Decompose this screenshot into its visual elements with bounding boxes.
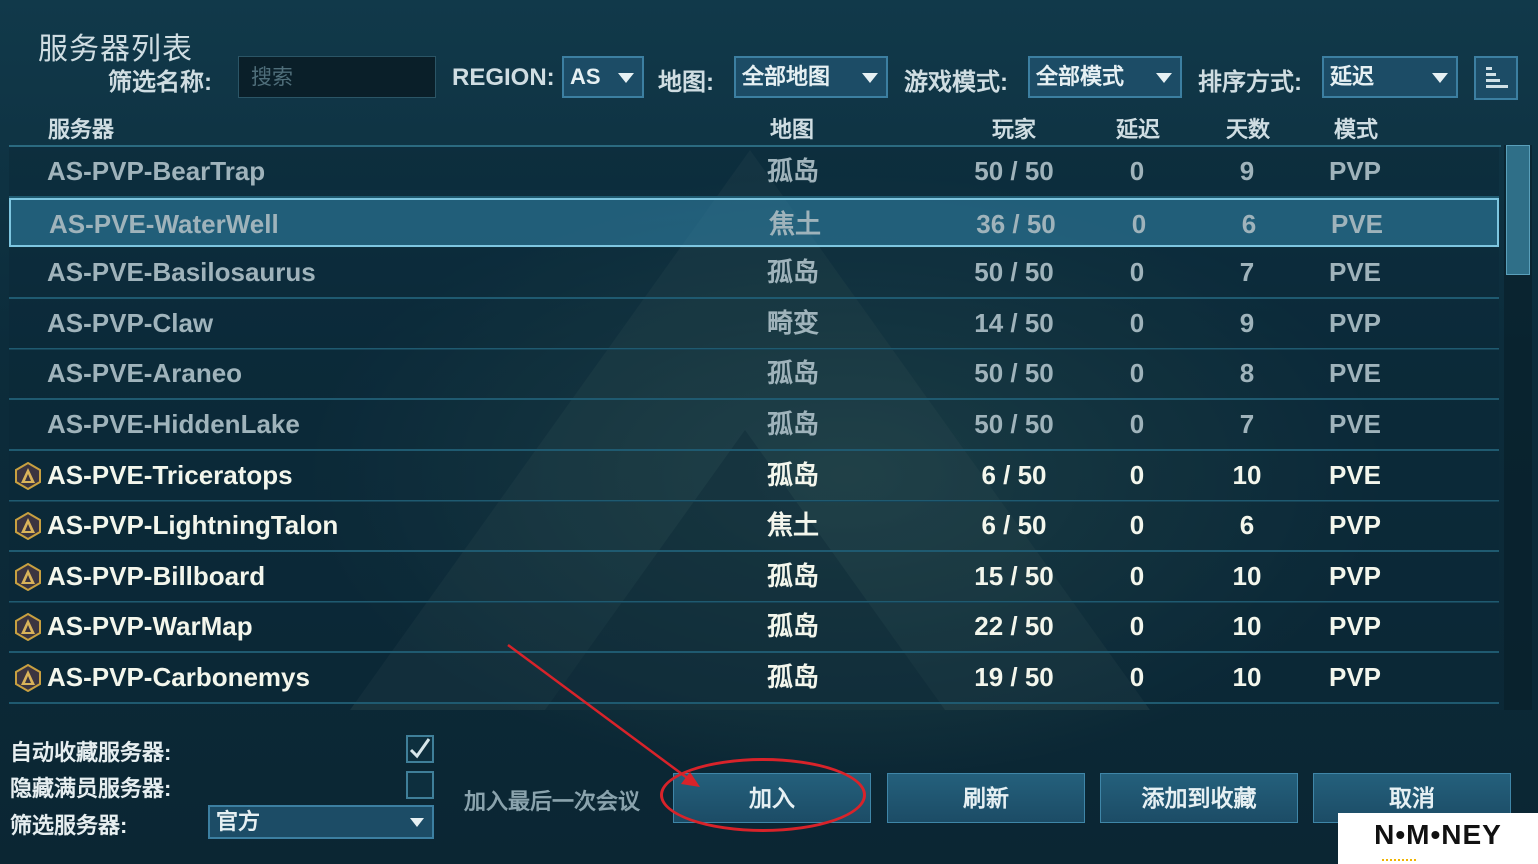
watermark-dots xyxy=(1382,853,1416,861)
watermark-text: N•M•NEY xyxy=(1374,819,1502,850)
watermark-logo: N•M•NEY xyxy=(1338,813,1538,864)
annotation-circle xyxy=(660,758,866,832)
annotation-arrow xyxy=(507,643,700,787)
